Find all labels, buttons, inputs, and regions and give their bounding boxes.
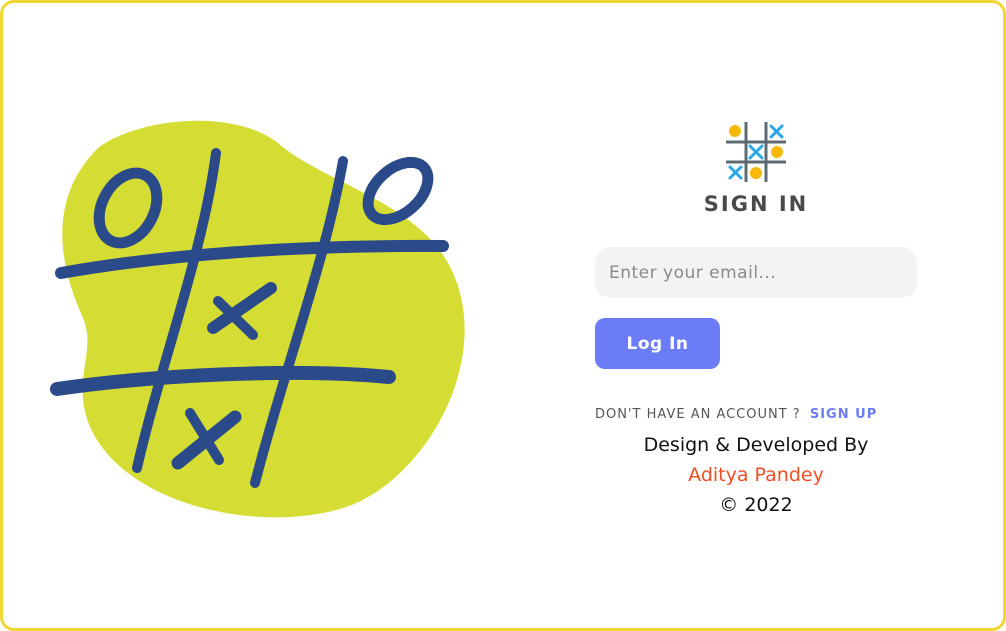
login-button[interactable]: Log In [595, 318, 720, 369]
no-account-text: DON'T HAVE AN ACCOUNT ? [595, 407, 801, 422]
credits: Design & Developed By Aditya Pandey © 20… [563, 430, 949, 520]
tic-tac-toe-logo-icon [724, 120, 788, 184]
credits-line: Design & Developed By [643, 434, 869, 456]
email-field[interactable] [595, 247, 917, 298]
signup-link[interactable]: SIGN UP [810, 407, 877, 422]
signin-panel: SIGN IN Log In DON'T HAVE AN ACCOUNT ? S… [563, 108, 963, 528]
tic-tac-toe-illustration [43, 113, 473, 533]
app-frame: SIGN IN Log In DON'T HAVE AN ACCOUNT ? S… [0, 0, 1006, 631]
signup-prompt: DON'T HAVE AN ACCOUNT ? SIGN UP [595, 407, 877, 422]
page-title: SIGN IN [703, 192, 809, 216]
author-name: Aditya Pandey [688, 464, 824, 486]
copyright: © 2022 [719, 494, 793, 516]
